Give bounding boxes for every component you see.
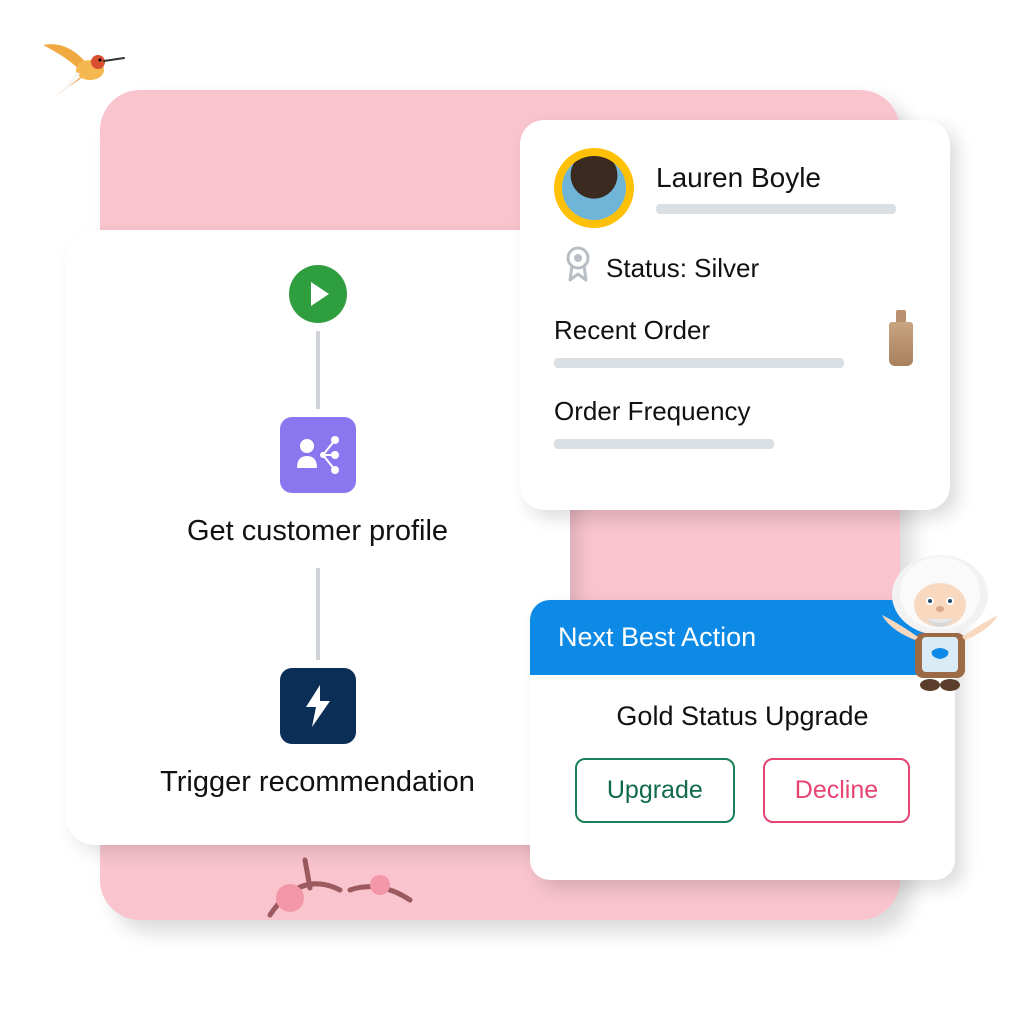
get-profile-label: Get customer profile bbox=[187, 515, 448, 548]
trigger-recommendation-label: Trigger recommendation bbox=[160, 766, 475, 799]
placeholder-line bbox=[554, 358, 844, 368]
get-profile-node[interactable] bbox=[280, 417, 356, 493]
avatar bbox=[554, 148, 634, 228]
customer-name: Lauren Boyle bbox=[656, 162, 916, 194]
connector-vertical bbox=[316, 331, 320, 409]
play-icon bbox=[311, 282, 329, 306]
decline-button[interactable]: Decline bbox=[763, 758, 910, 823]
person-share-icon bbox=[293, 430, 343, 480]
hummingbird-decoration bbox=[28, 30, 128, 110]
tree-branch-decoration bbox=[260, 850, 420, 920]
lightning-icon bbox=[300, 683, 336, 729]
einstein-mascot bbox=[870, 545, 1010, 695]
product-tube-icon bbox=[886, 310, 916, 368]
recent-order-label: Recent Order bbox=[554, 315, 844, 346]
flow-card: Get customer profile Trigger recommendat… bbox=[65, 230, 570, 845]
status-label: Status: Silver bbox=[606, 253, 759, 284]
trigger-recommendation-node[interactable] bbox=[280, 668, 356, 744]
connector-vertical bbox=[316, 568, 320, 660]
placeholder-line bbox=[554, 439, 774, 449]
customer-profile-card: Lauren Boyle Status: Silver Recent Order… bbox=[520, 120, 950, 510]
action-title: Gold Status Upgrade bbox=[558, 701, 927, 732]
order-frequency-label: Order Frequency bbox=[554, 396, 916, 427]
start-node[interactable] bbox=[289, 265, 347, 323]
ribbon-icon bbox=[564, 246, 592, 290]
upgrade-button[interactable]: Upgrade bbox=[575, 758, 735, 823]
placeholder-line bbox=[656, 204, 896, 214]
